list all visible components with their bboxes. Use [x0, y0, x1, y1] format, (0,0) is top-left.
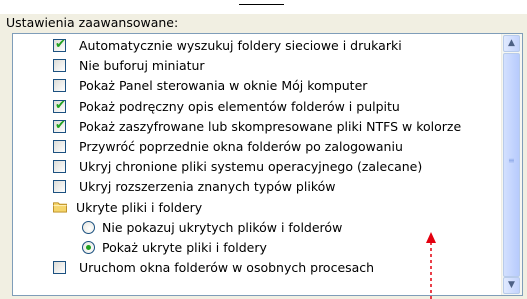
checkbox-option[interactable]: Przywróć poprzednie okna folderów po zal… — [13, 137, 503, 157]
option-label: Uruchom okna folderów w osobnych procesa… — [79, 260, 375, 276]
option-label: Przywróć poprzednie okna folderów po zal… — [79, 139, 403, 154]
checkbox-option[interactable]: Nie buforuj miniatur — [13, 56, 503, 76]
checkbox-icon[interactable] — [53, 79, 66, 93]
advanced-settings-list[interactable]: ✔ Automatycznie wyszukuj foldery sieciowe… — [12, 33, 523, 296]
scrollbar-grip-icon: ≡ — [508, 156, 515, 165]
checkmark-icon: ✔ — [55, 117, 66, 133]
checkbox-icon[interactable] — [53, 261, 66, 275]
checkbox-icon[interactable]: ✔ — [53, 37, 66, 52]
scroll-down-arrow-icon[interactable]: ▼ — [503, 277, 520, 294]
annotation-arrow-icon — [426, 232, 436, 299]
scroll-up-arrow-icon[interactable]: ▲ — [503, 35, 520, 52]
checkbox-option[interactable]: ✔ Pokaż zaszyfrowane lub skompresowane pl… — [13, 117, 503, 137]
checkbox-icon[interactable] — [53, 180, 66, 194]
option-label: Pokaż podręczny opis elementów folderów … — [79, 98, 400, 114]
group-label: Ustawienia zaawansowane: — [6, 15, 179, 30]
option-label: Ukryj rozszerzenia znanych typów plików — [79, 179, 336, 195]
checkmark-icon: ✔ — [55, 37, 66, 52]
option-label: Pokaż ukryte pliki i foldery — [102, 240, 267, 255]
option-label: Ukryte pliki i foldery — [76, 199, 203, 215]
checkbox-option[interactable]: ✔ Automatycznie wyszukuj foldery sieciowe… — [13, 36, 503, 56]
option-label: Ukryj chronione pliki systemu operacyjne… — [79, 159, 423, 175]
option-label: Nie buforuj miniatur — [79, 58, 205, 74]
radio-selected-dot-icon — [86, 245, 91, 250]
link-underline — [239, 4, 284, 5]
checkbox-option[interactable]: ✔ Pokaż podręczny opis elementów folderów… — [13, 97, 503, 117]
checkbox-option[interactable]: Ukryj chronione pliki systemu operacyjne… — [13, 157, 503, 177]
checkbox-icon[interactable]: ✔ — [53, 117, 66, 133]
vertical-scrollbar[interactable]: ▲ ≡ ▼ — [501, 34, 522, 295]
option-label: Automatycznie wyszukuj foldery sieciowe … — [79, 38, 402, 53]
scrollbar-thumb[interactable]: ≡ — [503, 53, 520, 277]
radio-icon[interactable] — [82, 241, 95, 254]
checkbox-option[interactable]: Pokaż Panel sterowania w oknie Mój kompu… — [13, 76, 503, 96]
option-label: Nie pokazuj ukrytych plików i folderów — [102, 219, 343, 235]
radio-icon[interactable] — [82, 220, 95, 234]
folder-group-header: Ukryte pliki i foldery — [13, 198, 503, 218]
checkbox-icon[interactable] — [53, 160, 66, 174]
top-strip — [0, 0, 527, 14]
folder-icon — [53, 201, 67, 213]
checkbox-icon[interactable]: ✔ — [53, 97, 66, 113]
option-label: Pokaż zaszyfrowane lub skompresowane pli… — [79, 118, 462, 134]
option-label: Pokaż Panel sterowania w oknie Mój kompu… — [79, 78, 368, 94]
checkbox-icon[interactable] — [53, 140, 66, 153]
checkmark-icon: ✔ — [55, 97, 66, 113]
checkbox-option[interactable]: Ukryj rozszerzenia znanych typów plików — [13, 177, 503, 197]
checkbox-icon[interactable] — [53, 59, 66, 73]
